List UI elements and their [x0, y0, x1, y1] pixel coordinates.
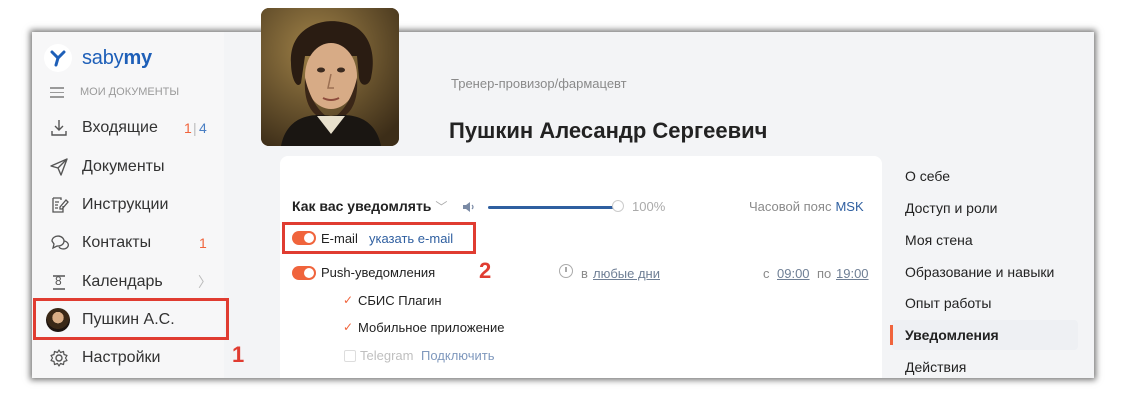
sidebar-item-instructions[interactable]: Инструкции — [32, 186, 224, 224]
volume-percent: 100% — [632, 199, 666, 214]
profile-photo[interactable] — [261, 8, 399, 146]
section-my-documents[interactable]: МОИ ДОКУМЕНТЫ — [50, 84, 179, 101]
chevron-down-icon: ﹀ — [435, 200, 448, 214]
speaker-icon[interactable] — [462, 200, 476, 214]
volume-slider-handle[interactable] — [612, 200, 624, 212]
right-nav-education-skills[interactable]: Образование и навыки — [905, 264, 1054, 280]
sidebar-item-label: Календарь — [82, 273, 163, 290]
time-to-link[interactable]: 19:00 — [836, 266, 869, 281]
right-nav-access-roles[interactable]: Доступ и роли — [905, 200, 997, 216]
timezone-label: Часовой пояс — [749, 199, 832, 214]
volume-slider-track[interactable] — [488, 206, 616, 209]
logo[interactable]: sabymy — [44, 44, 152, 72]
highlight-box-email — [282, 222, 476, 254]
profile-role: Тренер-провизор/фармацевт — [451, 76, 627, 91]
right-nav-work-experience[interactable]: Опыт работы — [905, 295, 991, 311]
sidebar-item-inbox[interactable]: Входящие 1 | 4 — [32, 109, 224, 147]
menu-icon — [50, 84, 64, 101]
checkbox-empty[interactable] — [344, 350, 356, 362]
time-to-label: по — [817, 266, 832, 281]
notify-method-label: Как вас уведомлять — [292, 198, 432, 214]
download-icon — [51, 120, 67, 136]
schedule-prefix: в — [581, 266, 588, 281]
time-from-link[interactable]: 09:00 — [777, 266, 810, 281]
sidebar-item-label: Входящие — [82, 119, 158, 136]
chat-bubbles-icon — [51, 235, 69, 250]
highlight-box-profile — [33, 298, 229, 340]
channel-sbis-plugin: СБИС Плагин — [358, 293, 442, 308]
sidebar-item-settings[interactable]: Настройки — [32, 339, 224, 377]
annotation-number-2: 2 — [479, 258, 492, 283]
sidebar-item-contacts[interactable]: Контакты 1 — [32, 224, 224, 262]
sidebar-item-label: Инструкции — [82, 196, 169, 213]
count-separator: | — [193, 120, 197, 136]
timezone-value[interactable]: MSK — [835, 199, 863, 214]
sidebar-item-label: Настройки — [82, 349, 161, 366]
unread-count: 1 — [199, 235, 207, 251]
push-toggle[interactable] — [292, 266, 316, 280]
brand-name: sabymy — [82, 46, 152, 69]
annotation-number-1: 1 — [232, 342, 245, 367]
chevron-right-icon[interactable]: 〉 — [198, 272, 212, 292]
checkbox-checked-icon[interactable]: ✓ — [343, 320, 353, 334]
push-label: Push-уведомления — [321, 265, 436, 280]
sidebar-item-documents[interactable]: Документы — [32, 148, 224, 186]
sidebar-item-calendar[interactable]: 8 Календарь 〉 — [32, 263, 224, 301]
total-count: 4 — [199, 120, 207, 136]
clock-icon — [559, 264, 573, 278]
portrait-image — [261, 8, 399, 146]
timezone: Часовой пояс MSK — [749, 199, 864, 214]
edit-document-icon — [52, 197, 69, 213]
time-from-label: с — [763, 266, 770, 281]
schedule-days-link[interactable]: любые дни — [593, 266, 660, 281]
telegram-connect-link[interactable]: Подключить — [421, 348, 495, 363]
right-nav-about[interactable]: О себе — [905, 168, 950, 184]
right-nav-active-indicator — [890, 325, 893, 345]
right-nav-my-wall[interactable]: Моя стена — [905, 232, 973, 248]
paper-plane-icon — [50, 158, 68, 176]
right-nav-notifications[interactable]: Уведомления — [905, 327, 999, 343]
channel-telegram: Telegram — [360, 348, 414, 363]
checkbox-checked-icon[interactable]: ✓ — [343, 293, 353, 307]
gear-icon — [50, 349, 68, 367]
sidebar-item-label: Контакты — [82, 234, 152, 251]
sidebar-item-label: Документы — [82, 158, 165, 175]
right-nav-actions[interactable]: Действия — [905, 359, 966, 375]
channel-mobile-app: Мобильное приложение — [358, 320, 505, 335]
saby-logo-icon — [44, 44, 72, 72]
section-label: МОИ ДОКУМЕНТЫ — [80, 86, 180, 99]
profile-full-name: Пушкин Алесандр Сергеевич — [449, 118, 768, 143]
notify-method-dropdown[interactable]: Как вас уведомлять ﹀ — [292, 198, 447, 215]
calendar-day: 8 — [55, 274, 62, 288]
unread-count: 1 — [184, 120, 192, 136]
